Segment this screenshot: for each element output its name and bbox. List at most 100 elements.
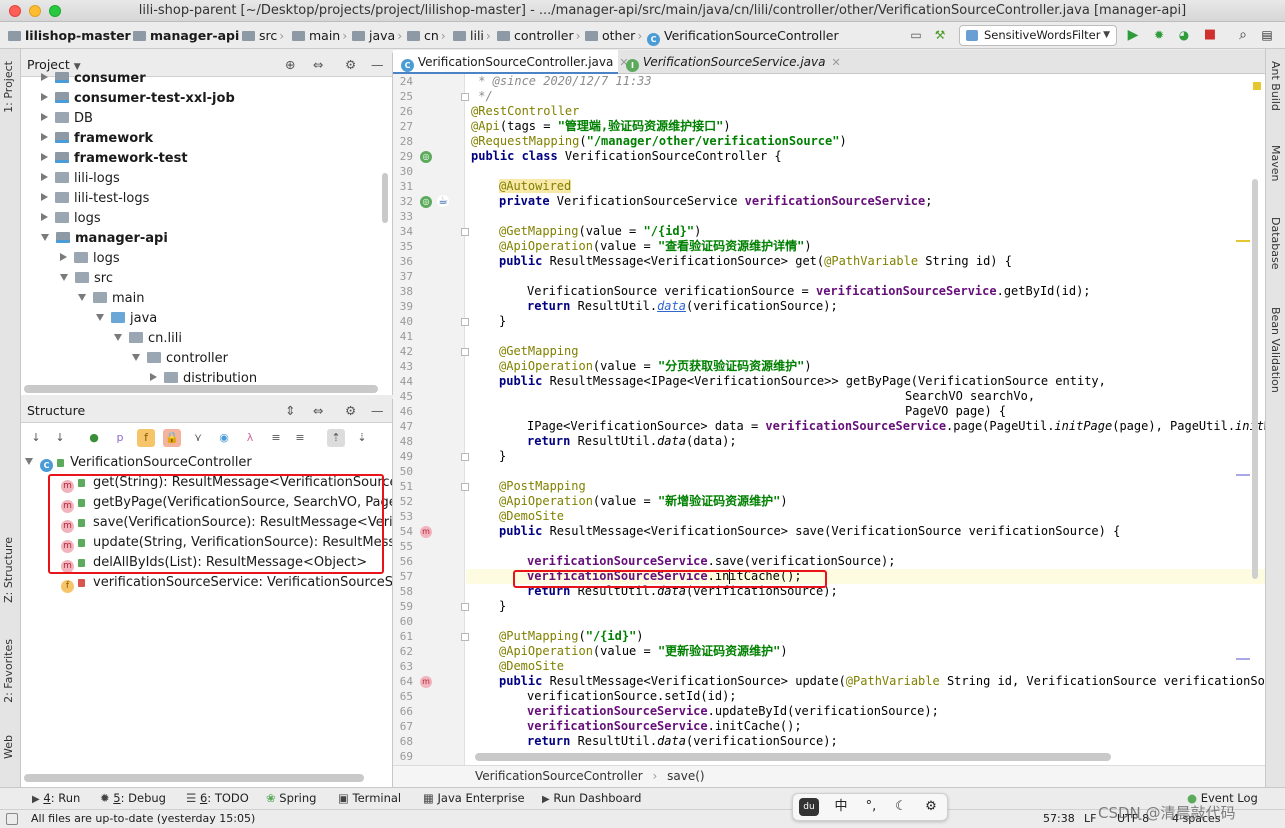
breadcrumb-lili[interactable]: lili › bbox=[453, 22, 493, 49]
breadcrumb-project[interactable]: lilishop-master› bbox=[8, 22, 140, 49]
structure-root[interactable]: C VerificationSourceController bbox=[25, 453, 252, 473]
tool-window-debug[interactable]: ✹ 5: Debug bbox=[100, 788, 166, 809]
tree-item[interactable]: consumer-test-xxl-job bbox=[41, 89, 235, 109]
debug-icon[interactable]: ✹ bbox=[1150, 26, 1168, 44]
tree-item[interactable]: logs bbox=[60, 249, 120, 269]
structure-tool-tab[interactable]: Z: Structure bbox=[2, 537, 15, 603]
run-icon[interactable]: ▶ bbox=[1124, 26, 1142, 44]
tree-item[interactable]: manager-api bbox=[41, 229, 168, 249]
ime-language-toggle[interactable]: 中 bbox=[831, 798, 851, 816]
ime-punctuation-toggle[interactable]: °, bbox=[861, 798, 881, 816]
tool-window-run[interactable]: ▶ 4: Run bbox=[32, 788, 80, 809]
gear-icon[interactable]: ⚙ bbox=[345, 53, 356, 77]
code-editor[interactable]: 24 25 26 27 28 29 30 31 32 33 34 35 36 3… bbox=[393, 74, 1265, 765]
expand-icon[interactable]: ≡ bbox=[267, 429, 285, 447]
show-lambdas-icon[interactable]: ⋎ bbox=[189, 429, 207, 447]
horizontal-scrollbar[interactable] bbox=[24, 385, 378, 393]
tool-window-terminal[interactable]: ▣ Terminal bbox=[338, 788, 401, 809]
tool-window-todo[interactable]: ☰ 6: TODO bbox=[186, 788, 249, 809]
vertical-scrollbar[interactable] bbox=[1252, 179, 1258, 579]
fold-marker[interactable] bbox=[461, 93, 469, 101]
search-icon[interactable]: ⌕ bbox=[1234, 26, 1252, 44]
tool-window-spring[interactable]: ❀ Spring bbox=[266, 788, 316, 809]
collapse-all-icon[interactable]: ⇔ bbox=[313, 399, 323, 423]
ime-logo-icon[interactable]: du bbox=[799, 798, 819, 816]
caret-position[interactable]: 57:38 bbox=[1043, 810, 1075, 828]
expand-all-icon[interactable]: ⇕ bbox=[285, 399, 295, 423]
fold-marker[interactable] bbox=[461, 318, 469, 326]
minimize-window-button[interactable] bbox=[29, 5, 41, 17]
show-lambda-icon[interactable]: λ bbox=[241, 429, 259, 447]
close-icon[interactable]: ✕ bbox=[831, 56, 840, 69]
tool-window-java-enterprise[interactable]: ▦ Java Enterprise bbox=[423, 788, 525, 809]
tree-item[interactable]: main bbox=[78, 289, 144, 309]
tool-window-run-dashboard[interactable]: ▶ Run Dashboard bbox=[542, 788, 641, 809]
breadcrumb-cn[interactable]: cn › bbox=[407, 22, 448, 49]
show-properties-icon[interactable]: p bbox=[111, 429, 129, 447]
spring-autowire-icon[interactable]: ◎ bbox=[420, 196, 432, 208]
autoscroll-to-source-icon[interactable]: ⇡ bbox=[327, 429, 345, 447]
sort-visibility-icon[interactable]: ↓ bbox=[27, 429, 45, 447]
tree-item[interactable]: logs bbox=[41, 209, 101, 229]
tree-item[interactable]: lili-logs bbox=[41, 169, 120, 189]
request-mapping-icon[interactable]: m bbox=[420, 676, 432, 688]
breadcrumb-class[interactable]: C VerificationSourceController bbox=[647, 22, 839, 49]
show-nonpublic-icon[interactable]: 🔒 bbox=[163, 429, 181, 447]
tab-verification-source-controller[interactable]: C VerificationSourceController.java ✕ bbox=[393, 50, 629, 74]
breadcrumb-main[interactable]: main › bbox=[292, 22, 349, 49]
warning-marker-icon[interactable] bbox=[1253, 82, 1261, 90]
structure-member[interactable]: f verificationSourceService: Verification… bbox=[61, 573, 392, 593]
java-icon[interactable]: ☕ bbox=[437, 195, 449, 207]
fold-marker[interactable] bbox=[461, 228, 469, 236]
maven-tool-tab[interactable]: Maven bbox=[1269, 145, 1282, 181]
tree-item[interactable]: cn.lili bbox=[114, 329, 182, 349]
menu-icon[interactable]: ▤ bbox=[1258, 26, 1276, 44]
tree-item[interactable]: lili-test-logs bbox=[41, 189, 149, 209]
gear-icon[interactable]: ⚙ bbox=[345, 399, 356, 423]
tree-item[interactable]: java bbox=[96, 309, 157, 329]
tree-item[interactable]: framework bbox=[41, 129, 153, 149]
breadcrumb-class-item[interactable]: VerificationSourceController bbox=[475, 769, 643, 783]
database-tool-tab[interactable]: Database bbox=[1269, 217, 1282, 270]
tree-item[interactable]: framework-test bbox=[41, 149, 188, 169]
breadcrumb-controller[interactable]: controller › bbox=[497, 22, 583, 49]
horizontal-scrollbar[interactable] bbox=[24, 774, 364, 782]
tree-item[interactable]: controller bbox=[132, 349, 228, 369]
favorites-tool-tab[interactable]: 2: Favorites bbox=[2, 639, 15, 703]
tree-item[interactable]: consumer bbox=[41, 69, 146, 89]
fold-marker[interactable] bbox=[461, 348, 469, 356]
spring-bean-icon[interactable]: ◎ bbox=[420, 151, 432, 163]
ant-build-tool-tab[interactable]: Ant Build bbox=[1269, 61, 1282, 111]
status-toggle-icon[interactable] bbox=[6, 813, 18, 825]
run-config-select[interactable]: SensitiveWordsFilter ▼ bbox=[959, 25, 1117, 46]
collapse-all-icon[interactable]: ⇔ bbox=[313, 53, 323, 77]
hide-panel-icon[interactable]: — bbox=[371, 53, 384, 77]
zoom-window-button[interactable] bbox=[49, 5, 61, 17]
fold-marker[interactable] bbox=[461, 633, 469, 641]
breadcrumb-other[interactable]: other › bbox=[585, 22, 644, 49]
layout-icon[interactable]: ▭ bbox=[907, 26, 925, 44]
line-separator[interactable]: LF bbox=[1084, 810, 1096, 828]
show-inherited-icon[interactable]: ● bbox=[85, 429, 103, 447]
tree-item[interactable]: DB bbox=[41, 109, 93, 129]
fold-marker[interactable] bbox=[461, 453, 469, 461]
request-mapping-icon[interactable]: m bbox=[420, 526, 432, 538]
gear-icon[interactable]: ⚙ bbox=[921, 798, 941, 816]
breadcrumb-java[interactable]: java › bbox=[352, 22, 404, 49]
breadcrumb-src[interactable]: src › bbox=[242, 22, 286, 49]
breadcrumb-module[interactable]: manager-api› bbox=[133, 22, 248, 49]
show-fields-icon[interactable]: f bbox=[137, 429, 155, 447]
fold-marker[interactable] bbox=[461, 483, 469, 491]
build-hammer-icon[interactable]: ⚒ bbox=[931, 26, 949, 44]
breadcrumb-method-item[interactable]: save() bbox=[667, 769, 704, 783]
hide-panel-icon[interactable]: — bbox=[371, 399, 384, 423]
fold-marker[interactable] bbox=[461, 603, 469, 611]
stop-icon[interactable]: ■ bbox=[1201, 26, 1219, 44]
tree-item[interactable]: src bbox=[60, 269, 113, 289]
sort-alpha-icon[interactable]: ↓ bbox=[51, 429, 69, 447]
horizontal-scrollbar[interactable] bbox=[475, 753, 1111, 761]
vertical-scrollbar[interactable] bbox=[382, 173, 388, 223]
web-tool-tab[interactable]: Web bbox=[2, 735, 15, 759]
project-tool-tab[interactable]: 1: Project bbox=[2, 61, 15, 113]
coverage-icon[interactable]: ◕ bbox=[1175, 26, 1193, 44]
